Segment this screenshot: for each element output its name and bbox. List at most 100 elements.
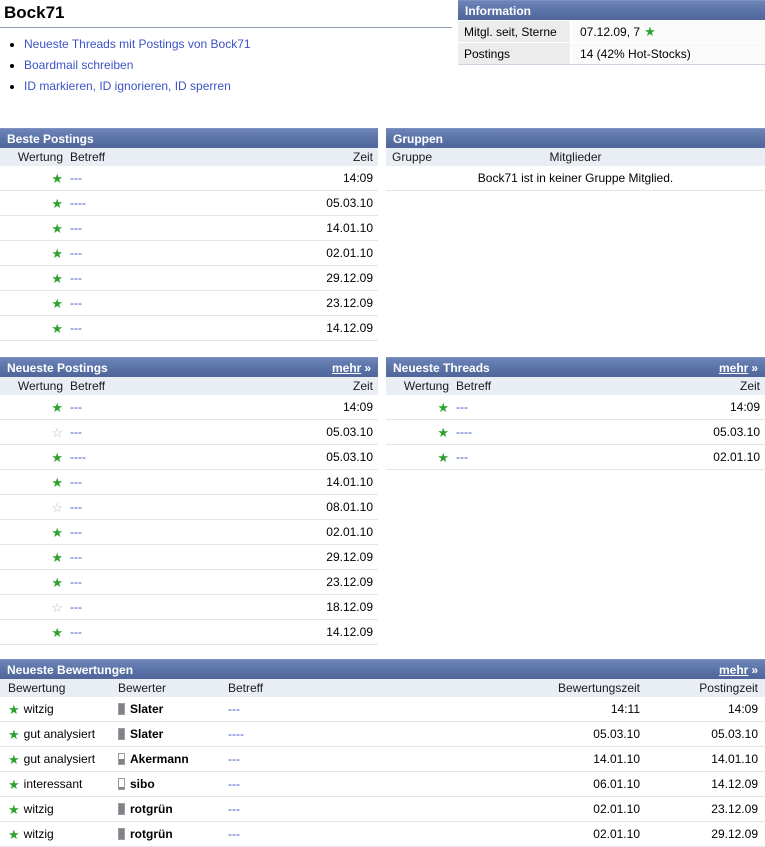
neueste-threads-panel: Neueste Threads mehr» Wertung Betreff Ze… [386,357,765,470]
double-chevron-icon: » [364,361,371,375]
betreff-link[interactable]: --- [70,600,82,614]
postingzeit-value: 14.12.09 [640,777,765,791]
col-wertung: Wertung [386,379,449,393]
bewertungszeit-value: 14:11 [490,702,640,716]
panel-title: Neueste Postings [7,361,108,375]
betreff-link[interactable]: --- [228,802,240,816]
bewerter-link[interactable]: Slater [130,702,163,716]
rating-label: interessant [24,777,83,791]
member-since-value: 07.12.09, 7 [580,25,640,39]
betreff-link[interactable]: --- [70,296,82,310]
table-row: ☆ --- 18.12.09 [0,595,378,620]
list-item: ID markieren, ID ignorieren, ID sperren [24,79,452,93]
betreff-link[interactable]: --- [456,400,468,414]
betreff-link[interactable]: --- [228,777,240,791]
betreff-link[interactable]: --- [70,246,82,260]
mehr-link[interactable]: mehr» [332,361,371,375]
postingzeit-value: 23.12.09 [640,802,765,816]
table-row: ★ --- 14.12.09 [0,620,378,645]
betreff-link[interactable]: --- [456,450,468,464]
mehr-link[interactable]: mehr» [719,361,758,375]
bewerter-cell: sibo [118,777,228,791]
betreff-link[interactable]: ---- [228,727,244,741]
bewertungszeit-value: 05.03.10 [490,727,640,741]
betreff-link[interactable]: --- [70,500,82,514]
user-level-icon [118,778,125,790]
table-row: ★ --- 02.01.10 [386,445,765,470]
betreff-link[interactable]: --- [70,171,82,185]
zeit-value: 05.03.10 [472,425,765,439]
betreff-link[interactable]: --- [70,321,82,335]
rating-star-icon: ★ [0,247,63,260]
information-panel-header: Information [458,0,765,20]
user-level-icon [118,753,125,765]
rating-star-icon: ☆ [0,501,63,514]
info-label: Postings [458,43,570,64]
list-item: Boardmail schreiben [24,58,452,72]
betreff-link[interactable]: --- [70,625,82,639]
rating-star-icon: ★ [0,297,63,310]
table-row: ★ --- 14.01.10 [0,216,378,241]
neueste-postings-header: Neueste Postings mehr» [0,357,378,377]
bewertung-cell: ★ interessant [0,777,118,791]
zeit-value: 08.01.10 [82,500,378,514]
mehr-label[interactable]: mehr [719,663,748,677]
table-row: ★ interessant sibo --- 06.01.10 14.12.09 [0,772,765,797]
page-title: Bock71 [4,3,452,23]
betreff-link[interactable]: --- [70,550,82,564]
bewerter-cell: Slater [118,702,228,716]
bewerter-link[interactable]: Slater [130,727,163,741]
col-postingzeit: Postingzeit [640,681,765,695]
table-row: ★ ---- 05.03.10 [0,445,378,470]
betreff-link[interactable]: --- [70,400,82,414]
column-header-row: Wertung Betreff Zeit [386,377,765,395]
betreff-cell: --- [228,777,490,791]
beste-postings-rows: ★ --- 14:09 ★ ---- 05.03.10 ★ --- 14.01.… [0,166,378,341]
rating-star-icon: ★ [0,401,63,414]
mehr-label[interactable]: mehr [719,361,748,375]
beste-postings-panel: Beste Postings Wertung Betreff Zeit ★ --… [0,128,378,341]
bewerter-link[interactable]: sibo [130,777,155,791]
betreff-link[interactable]: ---- [70,450,86,464]
postingzeit-value: 05.03.10 [640,727,765,741]
zeit-value: 14.12.09 [82,625,378,639]
column-header-row: Bewertung Bewerter Betreff Bewertungszei… [0,679,765,697]
betreff-link[interactable]: --- [70,525,82,539]
rating-star-icon: ★ [0,197,63,210]
betreff-link[interactable]: --- [70,475,82,489]
zeit-value: 14.01.10 [82,475,378,489]
neueste-threads-rows: ★ --- 14:09 ★ ---- 05.03.10 ★ --- 02.01.… [386,395,765,470]
bewerter-link[interactable]: Akermann [130,752,189,766]
table-row: ★ --- 02.01.10 [0,241,378,266]
link-neueste-threads-von-user[interactable]: Neueste Threads mit Postings von Bock71 [24,37,251,51]
zeit-value: 05.03.10 [86,196,378,210]
info-value: 07.12.09, 7 ★ [572,21,765,42]
link-id-aktionen[interactable]: ID markieren, ID ignorieren, ID sperren [24,79,231,93]
betreff-link[interactable]: --- [70,271,82,285]
betreff-link[interactable]: --- [70,425,82,439]
rating-star-icon: ☆ [0,426,63,439]
gruppen-header: Gruppen [386,128,765,148]
rating-star-icon: ★ [8,703,20,716]
mehr-link[interactable]: mehr» [719,663,758,677]
title-divider [0,27,452,28]
link-boardmail-schreiben[interactable]: Boardmail schreiben [24,58,133,72]
bewertung-cell: ★ gut analysiert [0,727,118,741]
rating-star-icon: ★ [8,778,20,791]
bewerter-link[interactable]: rotgrün [130,802,173,816]
column-header-row: Gruppe Mitglieder [386,148,765,166]
rating-star-icon: ★ [0,322,63,335]
rating-star-icon: ★ [0,551,63,564]
betreff-link[interactable]: ---- [456,425,472,439]
rating-star-icon: ★ [386,401,449,414]
betreff-link[interactable]: --- [228,702,240,716]
mehr-label[interactable]: mehr [332,361,361,375]
betreff-link[interactable]: --- [228,752,240,766]
rating-star-icon: ★ [386,451,449,464]
betreff-link[interactable]: --- [70,575,82,589]
betreff-link[interactable]: --- [70,221,82,235]
table-row: ★ --- 23.12.09 [0,291,378,316]
col-betreff: Betreff [228,681,490,695]
rating-label: witzig [24,702,54,716]
betreff-link[interactable]: ---- [70,196,86,210]
